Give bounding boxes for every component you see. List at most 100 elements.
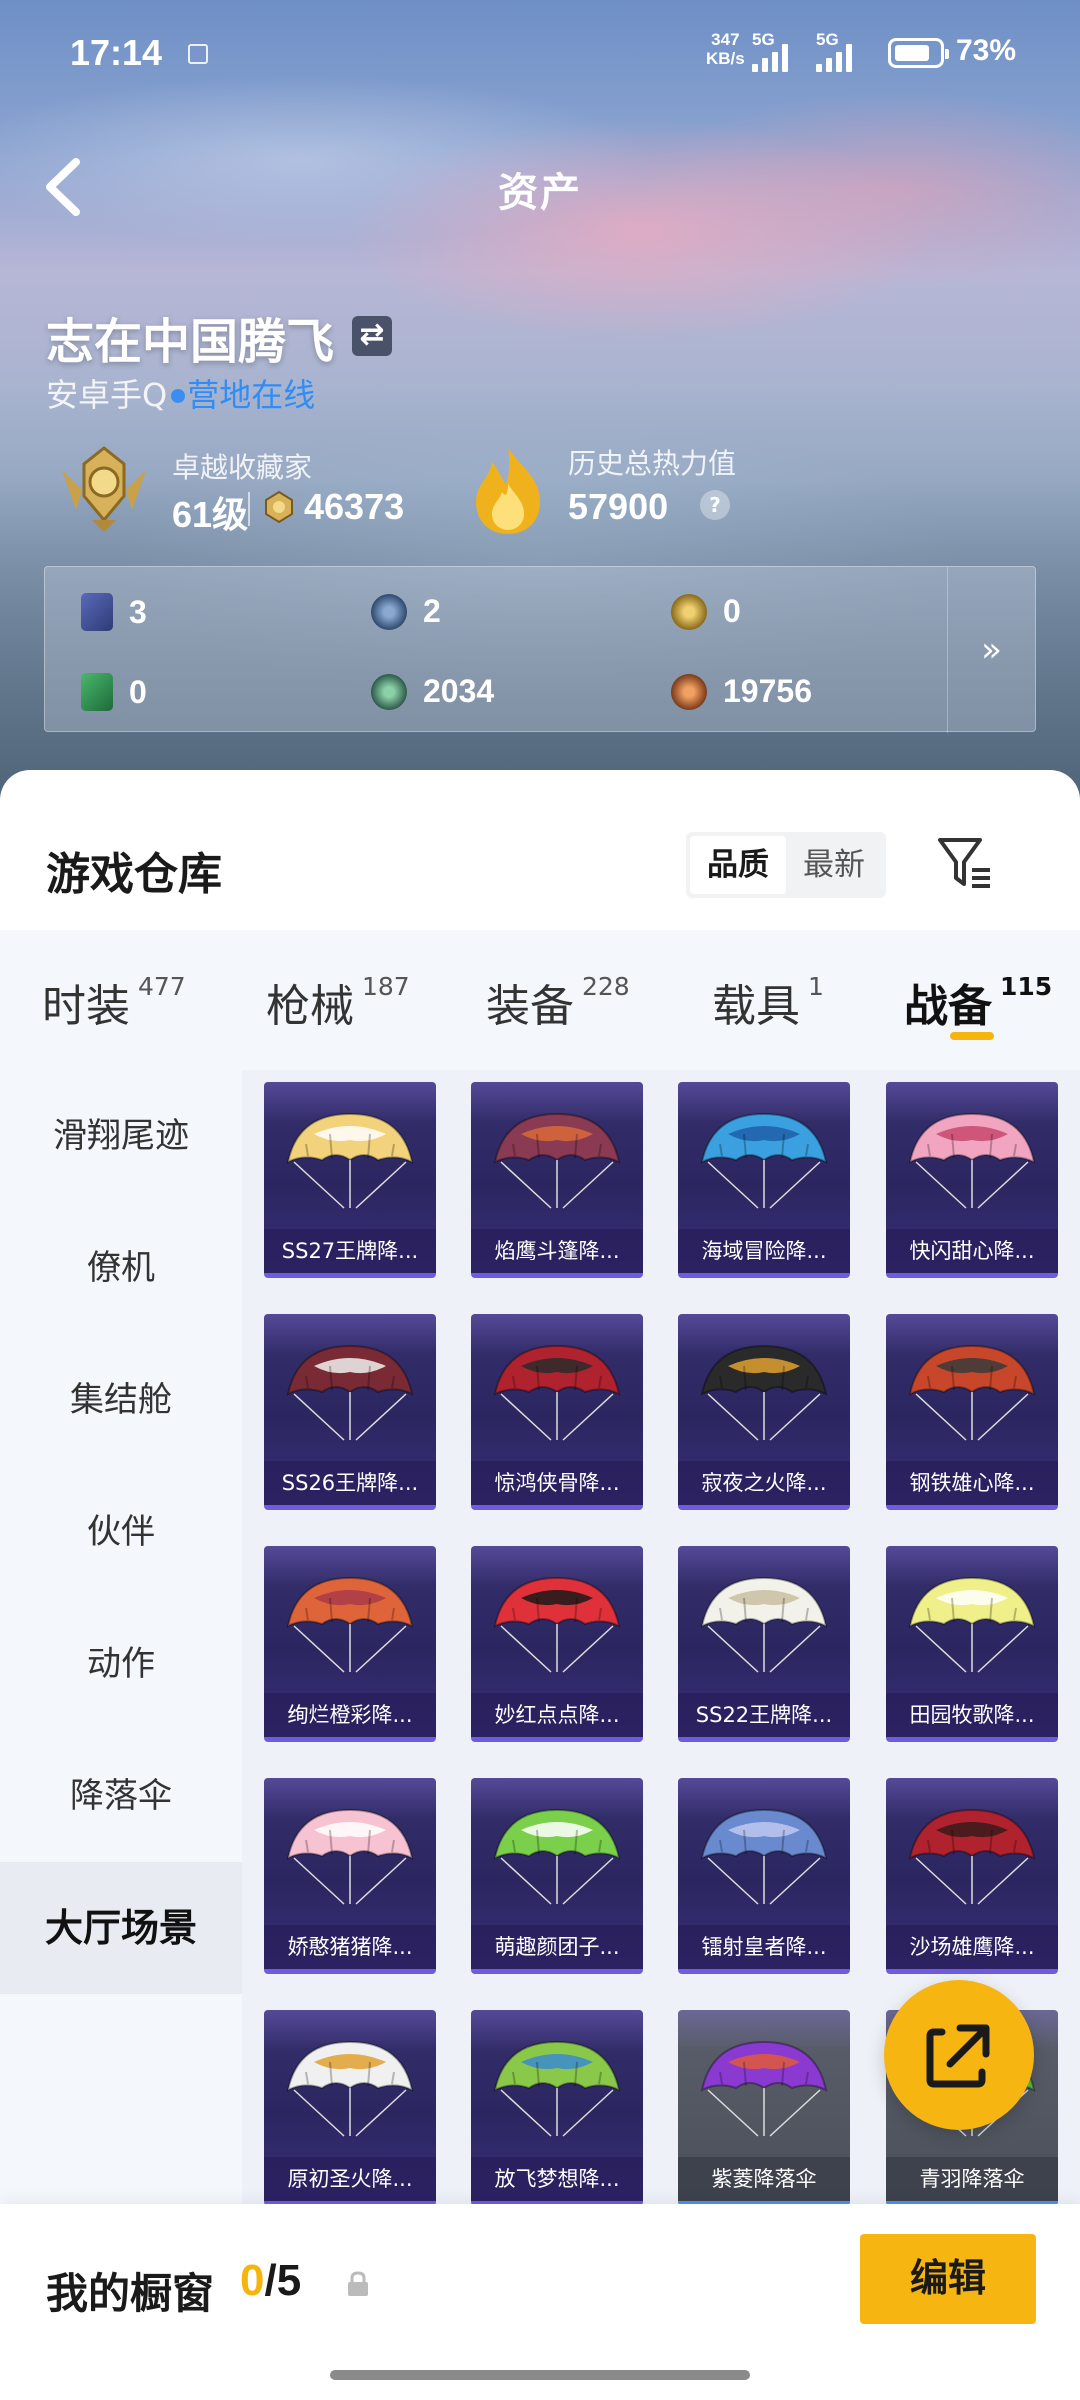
- platform-status: 安卓手Q 营地在线: [46, 376, 316, 414]
- item-card[interactable]: SS22王牌降...: [678, 1546, 850, 1742]
- active-tab-indicator: [950, 1032, 994, 1040]
- nav-item-glide-trail[interactable]: 滑翔尾迹: [0, 1070, 242, 1202]
- gallery-icon: [188, 44, 208, 64]
- item-label: 沙场雄鹰降...: [886, 1925, 1058, 1969]
- item-label: 萌趣颜团子...: [471, 1925, 643, 1969]
- item-card[interactable]: 放飞梦想降...: [471, 2010, 643, 2206]
- parachute-icon: [908, 1112, 1036, 1209]
- item-card[interactable]: 萌趣颜团子...: [471, 1778, 643, 1974]
- filter-icon[interactable]: [936, 834, 994, 894]
- resource-panel: 3 2 0 0 2034 19756 »: [44, 566, 1036, 733]
- parachute-icon: [700, 2040, 828, 2137]
- collector-badge-icon: [62, 446, 146, 532]
- parachute-icon: [700, 1344, 828, 1441]
- item-label: 绚烂橙彩降...: [264, 1693, 436, 1737]
- parachute-icon: [493, 2040, 621, 2137]
- item-card[interactable]: 寂夜之火降...: [678, 1314, 850, 1510]
- tab-guns[interactable]: 枪械 187: [266, 970, 410, 1034]
- item-label: 原初圣火降...: [264, 2157, 436, 2201]
- item-card[interactable]: 钢铁雄心降...: [886, 1314, 1058, 1510]
- parachute-icon: [700, 1808, 828, 1905]
- item-card[interactable]: 惊鸿侠骨降...: [471, 1314, 643, 1510]
- tab-battle-gear[interactable]: 战备 115: [904, 970, 1052, 1034]
- nav-item-companion[interactable]: 伙伴: [0, 1466, 242, 1598]
- help-icon[interactable]: ?: [700, 490, 730, 520]
- sort-newest-button[interactable]: 最新: [786, 836, 882, 894]
- green-card-icon: [81, 673, 113, 711]
- parachute-icon: [286, 1808, 414, 1905]
- sort-toggle: 品质 最新: [686, 832, 886, 898]
- item-label: 焰鹰斗篷降...: [471, 1229, 643, 1273]
- category-tabs: 时装 477 枪械 187 装备 228 载具 1 战备 115: [0, 930, 1080, 1070]
- item-card[interactable]: SS26王牌降...: [264, 1314, 436, 1510]
- item-card[interactable]: 田园牧歌降...: [886, 1546, 1058, 1742]
- blue-token-icon: [371, 593, 407, 630]
- item-card[interactable]: 原初圣火降...: [264, 2010, 436, 2206]
- item-label: 妙红点点降...: [471, 1693, 643, 1737]
- item-card[interactable]: 紫菱降落伞: [678, 2010, 850, 2206]
- share-button[interactable]: [884, 1980, 1034, 2130]
- item-card[interactable]: 娇憨猪猪降...: [264, 1778, 436, 1974]
- tab-equipment[interactable]: 装备 228: [486, 970, 630, 1034]
- parachute-icon: [700, 1576, 828, 1673]
- home-indicator[interactable]: [330, 2370, 750, 2380]
- item-label: 紫菱降落伞: [678, 2157, 850, 2201]
- item-card[interactable]: 快闪甜心降...: [886, 1082, 1058, 1278]
- parachute-icon: [908, 1808, 1036, 1905]
- resource-green-card: 0: [81, 673, 147, 711]
- sort-quality-button[interactable]: 品质: [690, 836, 786, 894]
- item-label: SS26王牌降...: [264, 1461, 436, 1505]
- divider: [248, 492, 250, 526]
- edit-button[interactable]: 编辑: [860, 2234, 1036, 2324]
- gold-token-icon: [671, 593, 707, 630]
- parachute-icon: [286, 2040, 414, 2137]
- item-label: 放飞梦想降...: [471, 2157, 643, 2201]
- item-label: 寂夜之火降...: [678, 1461, 850, 1505]
- player-name: 志在中国腾飞: [46, 314, 335, 370]
- parachute-icon: [493, 1344, 621, 1441]
- subcategory-nav: 滑翔尾迹 僚机 集结舱 伙伴 动作 降落伞 大厅场景: [0, 1070, 242, 2400]
- fire-icon: [476, 448, 540, 534]
- resource-gold-token: 0: [671, 593, 741, 630]
- switch-account-icon[interactable]: ⇄: [352, 316, 392, 356]
- resource-blue-token: 2: [371, 593, 441, 630]
- green-token-icon: [371, 673, 407, 710]
- resource-green-token: 2034: [371, 673, 494, 710]
- nav-item-assembly-pod[interactable]: 集结舱: [0, 1334, 242, 1466]
- battery-percent: 73%: [956, 34, 1017, 67]
- showcase-bar: 我的橱窗 0/5 编辑: [0, 2204, 1080, 2400]
- item-card[interactable]: SS27王牌降...: [264, 1082, 436, 1278]
- tab-fashion[interactable]: 时装 477: [42, 970, 186, 1034]
- rank-title: 卓越收藏家: [172, 451, 313, 484]
- nav-item-emote[interactable]: 动作: [0, 1598, 242, 1730]
- item-card[interactable]: 海域冒险降...: [678, 1082, 850, 1278]
- item-label: 田园牧歌降...: [886, 1693, 1058, 1737]
- nav-item-parachute[interactable]: 降落伞: [0, 1730, 242, 1862]
- showcase-label: 我的橱窗: [46, 2269, 215, 2318]
- warehouse-sheet: 游戏仓库 品质 最新 时装 477 枪械 187 装备 228 载具 1 战备 115 滑…: [0, 770, 1080, 2400]
- parachute-icon: [286, 1344, 414, 1441]
- nav-item-lobby-scene[interactable]: 大厅场景: [0, 1862, 242, 1994]
- item-card[interactable]: 镭射皇者降...: [678, 1778, 850, 1974]
- item-label: 快闪甜心降...: [886, 1229, 1058, 1273]
- parachute-icon: [493, 1808, 621, 1905]
- showcase-count: 0/5: [240, 2256, 302, 2305]
- item-label: 青羽降落伞: [886, 2157, 1058, 2201]
- coin-value: 46373: [304, 486, 405, 527]
- more-resources-button[interactable]: »: [947, 567, 1035, 733]
- network-speed: 347 KB/s: [706, 30, 745, 68]
- nav-item-wingman[interactable]: 僚机: [0, 1202, 242, 1334]
- item-card[interactable]: 妙红点点降...: [471, 1546, 643, 1742]
- tab-vehicles[interactable]: 载具 1: [712, 970, 824, 1034]
- heat-title: 历史总热力值: [568, 447, 737, 480]
- item-card[interactable]: 沙场雄鹰降...: [886, 1778, 1058, 1974]
- status-bar: 17:14 347 KB/s 5G 5G 73%: [70, 30, 1017, 73]
- item-card[interactable]: 绚烂橙彩降...: [264, 1546, 436, 1742]
- resource-bronze-token: 19756: [671, 673, 812, 710]
- item-card[interactable]: 焰鹰斗篷降...: [471, 1082, 643, 1278]
- share-icon: [926, 2024, 990, 2088]
- item-label: 镭射皇者降...: [678, 1925, 850, 1969]
- parachute-icon: [286, 1112, 414, 1209]
- collector-level: 61级: [172, 494, 249, 535]
- coin-icon: [265, 490, 293, 524]
